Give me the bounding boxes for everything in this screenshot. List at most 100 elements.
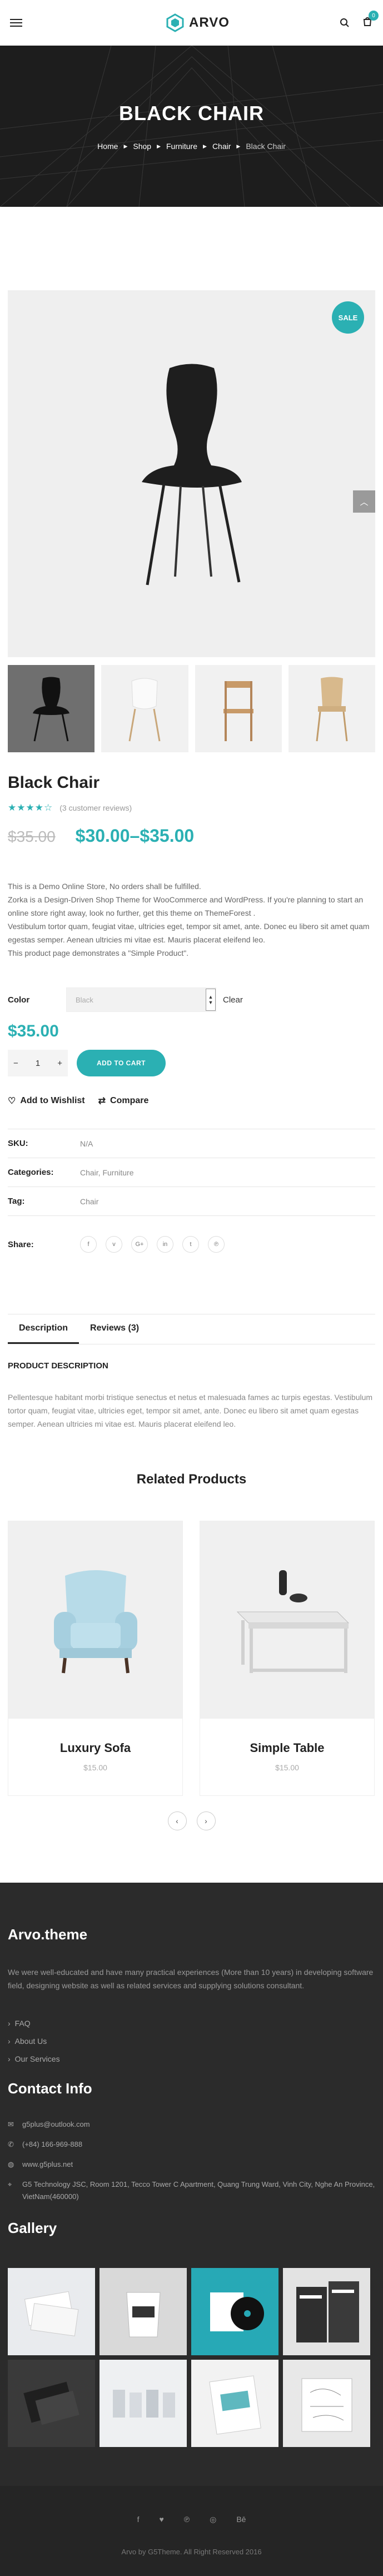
copyright-bar: f ♥ ℗ ◎ Bē Arvo by G5Theme. All Right Re… <box>0 2486 383 2576</box>
thumbnail-wood-chair[interactable] <box>195 665 282 752</box>
related-product-name[interactable]: Luxury Sofa <box>8 1741 182 1755</box>
price-range: $30.00–$35.00 <box>75 826 195 846</box>
carousel-next-button[interactable]: › <box>196 1811 216 1830</box>
breadcrumb-separator-icon: ▶ <box>203 143 207 149</box>
compare-button[interactable]: ⇄ Compare <box>98 1095 149 1106</box>
gallery-heading: Gallery <box>8 2220 57 2236</box>
wood-chair-thumbnail <box>223 681 253 741</box>
sketch-image <box>301 2378 352 2431</box>
description-line: This is a Demo Online Store, No orders s… <box>8 882 201 891</box>
description-line: Vestibulum tortor quam, feugiat vitae, u… <box>8 922 370 944</box>
reviews-link[interactable]: (3 customer reviews) <box>59 803 132 812</box>
tab-reviews[interactable]: Reviews (3) <box>79 1314 150 1344</box>
gallery-item-brochure[interactable] <box>191 2360 278 2447</box>
globe-icon: ◍ <box>8 2160 14 2168</box>
add-to-wishlist-button[interactable]: ♡ Add to Wishlist <box>8 1095 85 1106</box>
carousel-prev-button[interactable]: ‹ <box>167 1811 187 1830</box>
old-price: $35.00 <box>8 828 56 845</box>
categories-row: Categories: Chair, Furniture <box>8 1158 375 1187</box>
cart-button[interactable]: 0 <box>362 11 379 29</box>
related-products-grid: Luxury Sofa $15.00 Simple Table $15.00 <box>8 1521 375 1796</box>
brand-name: ARVO <box>189 15 230 30</box>
vimeo-icon[interactable]: v <box>106 1236 122 1253</box>
gallery-item-cups[interactable] <box>100 2360 187 2447</box>
site-logo[interactable]: ARVO <box>166 13 230 32</box>
gallery-item-mockup[interactable] <box>8 2360 95 2447</box>
gallery-item-vinyl[interactable] <box>191 2268 278 2355</box>
clear-variation-link[interactable]: Clear <box>223 995 243 1005</box>
facebook-icon[interactable]: f <box>80 1236 97 1253</box>
wishlist-label: Add to Wishlist <box>20 1096 85 1105</box>
related-product-image[interactable] <box>8 1521 182 1719</box>
thumbnail-white-chair[interactable] <box>101 665 188 752</box>
quantity-input[interactable]: 1 <box>36 1059 40 1068</box>
gallery-item-book[interactable] <box>283 2268 370 2355</box>
footer-links: FAQ About Us Our Services <box>8 2019 375 2063</box>
breadcrumb-shop[interactable]: Shop <box>133 142 151 151</box>
product-main-image[interactable]: SALE ︿ <box>8 290 375 657</box>
footer-social: f ♥ ℗ ◎ Bē <box>0 2515 383 2524</box>
thumbnail-black-chair[interactable] <box>8 665 95 752</box>
sku-row: SKU: N/A <box>8 1129 375 1158</box>
search-icon[interactable] <box>340 18 350 28</box>
pinterest-icon[interactable]: ℗ <box>184 2515 190 2524</box>
add-to-cart-button[interactable]: ADD TO CART <box>77 1050 166 1076</box>
heart-icon[interactable]: ♥ <box>159 2515 163 2524</box>
facebook-icon[interactable]: f <box>137 2515 140 2524</box>
scroll-top-button[interactable]: ︿ <box>353 490 375 513</box>
breadcrumb-furniture[interactable]: Furniture <box>166 142 197 151</box>
black-chair-thumbnail <box>33 677 70 741</box>
tumblr-icon[interactable]: t <box>182 1236 199 1253</box>
related-products-title: Related Products <box>136 1472 247 1487</box>
related-product-card[interactable]: Simple Table $15.00 <box>200 1521 375 1796</box>
contact-email-text[interactable]: g5plus@outlook.com <box>22 2118 90 2131</box>
google-plus-icon[interactable]: G+ <box>131 1236 148 1253</box>
tab-description[interactable]: Description <box>8 1314 79 1344</box>
gallery-item-sketch[interactable] <box>283 2360 370 2447</box>
tag-value[interactable]: Chair <box>80 1197 98 1206</box>
footer-link-about[interactable]: About Us <box>8 2037 375 2046</box>
categories-value[interactable]: Chair, Furniture <box>80 1168 133 1177</box>
copyright-text: Arvo by G5Theme. All Right Reserved 2016 <box>121 2548 262 2556</box>
linkedin-icon[interactable]: in <box>157 1236 173 1253</box>
breadcrumb-home[interactable]: Home <box>97 142 118 151</box>
color-select-value: Black <box>76 995 93 1004</box>
contact-website-text[interactable]: www.g5plus.net <box>22 2158 73 2171</box>
footer-link-services[interactable]: Our Services <box>8 2054 375 2063</box>
dribbble-icon[interactable]: ◎ <box>210 2515 216 2524</box>
quantity-decrease-button[interactable]: − <box>13 1059 18 1068</box>
gallery-item-cup[interactable] <box>100 2268 187 2355</box>
contact-phone-text[interactable]: (+84) 166-969-888 <box>22 2138 82 2151</box>
contact-list: ✉ g5plus@outlook.com ✆ (+84) 166-969-888 ◍… <box>8 2118 375 2203</box>
related-product-image[interactable] <box>200 1521 374 1719</box>
contact-heading: Contact Info <box>8 2080 92 2097</box>
location-icon: ⌖ <box>8 2180 12 2188</box>
menu-icon[interactable] <box>10 19 22 27</box>
star-rating: ★★★★☆ <box>8 802 53 813</box>
quantity-increase-button[interactable]: + <box>57 1059 62 1068</box>
product-content: SALE ︿ Black Chair ★★★★☆ (3 customer rev… <box>0 290 383 1830</box>
short-description: This is a Demo Online Store, No orders s… <box>8 880 375 960</box>
product-thumbnails <box>8 665 375 752</box>
coffee-cup-image <box>126 2292 161 2337</box>
gallery-item-cards[interactable] <box>8 2268 95 2355</box>
black-chair-image <box>141 364 242 585</box>
white-chair-thumbnail <box>128 678 161 741</box>
color-select[interactable]: Black ▲ ▼ <box>66 987 216 1012</box>
mail-icon: ✉ <box>8 2120 14 2128</box>
book-mockup-image <box>296 2281 359 2342</box>
pinterest-icon[interactable]: ℗ <box>208 1236 225 1253</box>
breadcrumb-current: Black Chair <box>246 142 286 151</box>
categories-label: Categories: <box>8 1168 54 1177</box>
contact-website: ◍ www.g5plus.net <box>8 2158 375 2171</box>
cups-image <box>112 2389 175 2418</box>
breadcrumb-chair[interactable]: Chair <box>212 142 231 151</box>
thumbnail-light-wood-chair[interactable] <box>288 665 375 752</box>
card-mockup-image <box>23 2381 79 2425</box>
footer-link-faq[interactable]: FAQ <box>8 2019 375 2028</box>
related-product-name[interactable]: Simple Table <box>200 1741 374 1755</box>
footer-gallery <box>8 2268 375 2447</box>
heart-icon: ♡ <box>8 1096 16 1106</box>
behance-icon[interactable]: Bē <box>236 2515 246 2524</box>
related-product-card[interactable]: Luxury Sofa $15.00 <box>8 1521 183 1796</box>
